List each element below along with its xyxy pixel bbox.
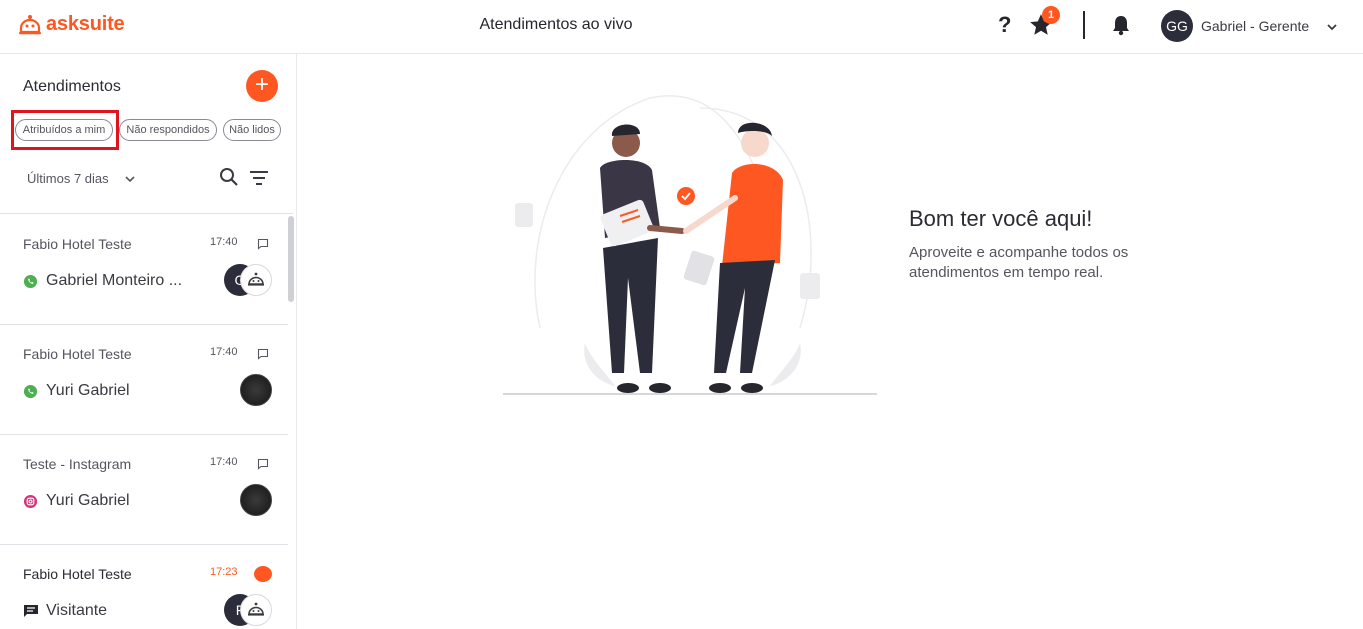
search-icon[interactable] <box>219 167 239 192</box>
filter-unread[interactable]: Não lidos <box>223 119 281 141</box>
message-icon <box>257 237 269 255</box>
filter-assigned-to-me[interactable]: Atribuídos a mim <box>15 119 113 141</box>
conversation-contact-name: Visitante <box>46 602 108 619</box>
bell-icon[interactable] <box>1111 14 1131 41</box>
conversation-hotel: Fabio Hotel Teste <box>23 236 132 252</box>
sidebar-divider <box>0 213 293 214</box>
bot-avatar-icon <box>240 264 272 296</box>
conversation-hotel: Teste - Instagram <box>23 456 132 472</box>
conversation-contact-name: Yuri Gabriel <box>46 382 130 399</box>
conversation-contact-name: Yuri Gabriel <box>46 492 130 509</box>
welcome-text: Aproveite e acompanhe todos os atendimen… <box>909 244 1129 281</box>
instagram-icon <box>23 494 38 514</box>
conversation-time: 17:23 <box>210 566 238 578</box>
filter-lines-icon[interactable] <box>249 170 269 191</box>
conversation-hotel: Fabio Hotel Teste <box>23 346 132 362</box>
conversation-item[interactable]: Fabio Hotel Teste 17:23 Visitante F <box>0 545 288 629</box>
add-conversation-button[interactable]: + <box>246 70 278 102</box>
chevron-down-icon[interactable] <box>124 172 136 190</box>
bot-avatar-icon <box>240 594 272 626</box>
conversation-time: 17:40 <box>210 346 238 358</box>
conversation-item[interactable]: Fabio Hotel Teste 17:40 Gabriel Monteiro… <box>0 215 288 325</box>
whatsapp-icon <box>23 384 38 404</box>
conversation-contact-name: Gabriel Monteiro ... <box>46 272 183 289</box>
conversation-time: 17:40 <box>210 456 238 468</box>
page-title: Atendimentos ao vivo <box>479 16 633 33</box>
welcome-title: Bom ter você aqui! <box>909 206 1093 231</box>
contact-avatar <box>240 374 272 406</box>
favorites-badge: 1 <box>1042 6 1060 24</box>
whatsapp-icon <box>23 274 38 294</box>
message-icon <box>257 347 269 365</box>
conversation-time: 17:40 <box>210 236 238 248</box>
chat-icon <box>23 604 39 624</box>
favorites-button[interactable]: 1 <box>1028 6 1060 40</box>
chevron-down-icon[interactable] <box>1326 20 1338 38</box>
conversation-item[interactable]: Fabio Hotel Teste 17:40 Yuri Gabriel <box>0 325 288 435</box>
scrollbar[interactable] <box>288 216 294 302</box>
filter-unanswered[interactable]: Não respondidos <box>119 119 217 141</box>
conversation-item[interactable]: Teste - Instagram 17:40 Yuri Gabriel <box>0 435 288 545</box>
user-name[interactable]: Gabriel - Gerente <box>1201 18 1309 34</box>
header-divider <box>1083 11 1085 39</box>
message-icon <box>257 457 269 475</box>
user-avatar[interactable]: GG <box>1161 10 1193 42</box>
handshake-illustration <box>500 88 880 403</box>
sidebar-title: Atendimentos <box>23 78 121 95</box>
period-select[interactable]: Últimos 7 dias <box>27 171 109 186</box>
unread-dot <box>254 566 272 582</box>
question-icon[interactable]: ? <box>998 12 1011 38</box>
contact-avatar <box>240 484 272 516</box>
conversations-sidebar: Atendimentos + Atribuídos a mim Não resp… <box>0 54 297 629</box>
top-header: asksuite Atendimentos ao vivo ? 1 GG Gab… <box>0 0 1363 54</box>
conversation-hotel: Fabio Hotel Teste <box>23 566 132 582</box>
